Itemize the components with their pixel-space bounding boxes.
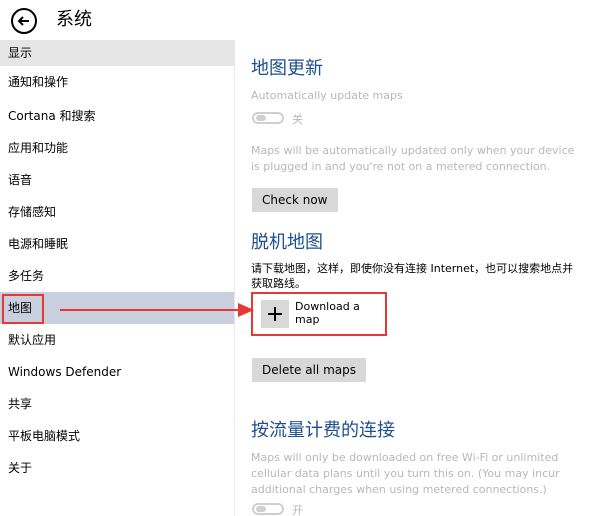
delete-all-maps-button[interactable]: Delete all maps <box>252 358 366 382</box>
check-now-button[interactable]: Check now <box>252 188 338 212</box>
map-updates-heading: 地图更新 <box>251 58 323 79</box>
page-title: 系统 <box>56 9 92 30</box>
back-button[interactable] <box>11 8 37 34</box>
sidebar-item-sharing[interactable]: 共享 <box>0 388 234 420</box>
sidebar-item-notifications[interactable]: 通知和操作 <box>0 66 234 98</box>
back-arrow-icon <box>17 16 29 26</box>
main-panel: 地图更新 Automatically update maps 关 Maps wi… <box>234 40 600 516</box>
offline-maps-description: 请下载地图，这样，即使你没有连接 Internet，也可以搜索地点并获取路线。 <box>251 262 574 290</box>
auto-update-toggle[interactable] <box>252 112 284 124</box>
metered-state: 开 <box>292 504 303 516</box>
offline-maps-heading: 脱机地图 <box>251 232 323 253</box>
auto-update-state: 关 <box>292 113 303 126</box>
sidebar-item-speech[interactable]: 语音 <box>0 164 234 196</box>
sidebar-item-apps[interactable]: 应用和功能 <box>0 132 234 164</box>
map-update-description: Maps will be automatically updated only … <box>251 144 575 173</box>
title-bar: 系统 <box>0 0 600 40</box>
plus-icon <box>268 307 282 321</box>
sidebar-item-cortana[interactable]: Cortana 和搜索 <box>0 100 234 132</box>
download-map-highlight: Download a map <box>251 292 387 336</box>
auto-update-caption: Automatically update maps <box>251 89 403 102</box>
sidebar-item-power[interactable]: 电源和睡眠 <box>0 228 234 260</box>
sidebar-item-about[interactable]: 关于 <box>0 452 234 484</box>
toggle-knob <box>256 115 266 121</box>
metered-description: Maps will only be downloaded on free Wi-… <box>251 451 560 496</box>
sidebar-item-display[interactable]: 显示 <box>0 40 234 66</box>
sidebar-item-multitasking[interactable]: 多任务 <box>0 260 234 292</box>
sidebar-item-maps[interactable]: 地图 <box>0 292 234 324</box>
metered-toggle[interactable] <box>252 503 284 515</box>
sidebar: 显示 通知和操作 Cortana 和搜索 应用和功能 语音 存储感知 电源和睡眠… <box>0 40 234 516</box>
sidebar-item-windows-defender[interactable]: Windows Defender <box>0 356 234 388</box>
toggle-knob <box>256 506 266 512</box>
sidebar-item-tablet-mode[interactable]: 平板电脑模式 <box>0 420 234 452</box>
download-map-button[interactable] <box>261 300 289 328</box>
download-map-label: Download a map <box>295 300 360 326</box>
sidebar-item-default-apps[interactable]: 默认应用 <box>0 324 234 356</box>
sidebar-item-storage[interactable]: 存储感知 <box>0 196 234 228</box>
metered-heading: 按流量计费的连接 <box>251 420 395 441</box>
